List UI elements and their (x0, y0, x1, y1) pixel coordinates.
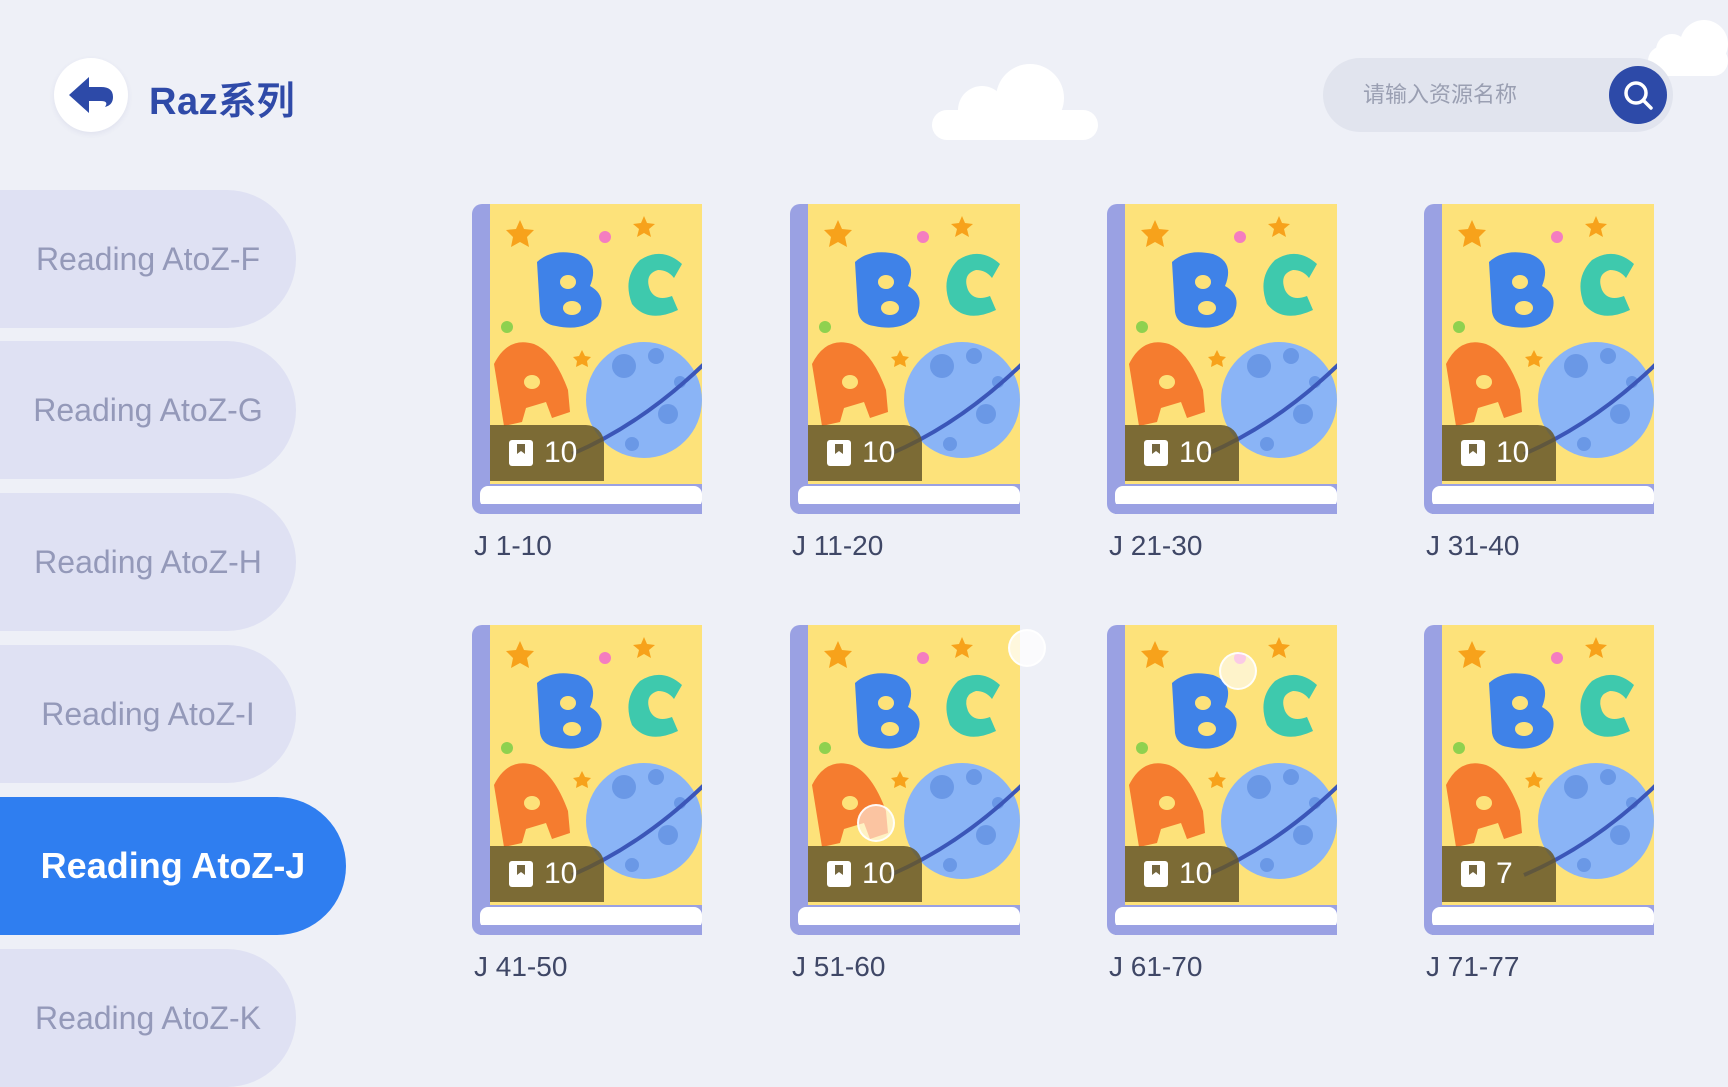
sidebar-item-atoz-h[interactable]: Reading AtoZ-H (0, 493, 296, 631)
count-badge: 10 (490, 846, 604, 902)
count-badge: 10 (808, 425, 922, 481)
bubble-decoration (1219, 652, 1257, 690)
bookmark-icon (1144, 861, 1168, 887)
count-badge: 10 (490, 425, 604, 481)
book-label: J 41-50 (474, 951, 568, 982)
book-label: J 11-20 (792, 530, 884, 561)
bookmark-icon (509, 440, 533, 466)
count-badge: 7 (1442, 846, 1556, 902)
sidebar-item-atoz-j[interactable]: Reading AtoZ-J (0, 797, 346, 935)
bubble-decoration (857, 804, 895, 842)
sidebar-item-atoz-g[interactable]: Reading AtoZ-G (0, 341, 296, 479)
bookmark-icon (509, 861, 533, 887)
cloud-decoration (932, 64, 1098, 140)
search-input[interactable] (1363, 58, 1593, 132)
sidebar-item-atoz-k[interactable]: Reading AtoZ-K (0, 949, 296, 1087)
book-count: 10 (862, 857, 896, 890)
book-count: 10 (1496, 436, 1530, 469)
book-label: J 51-60 (792, 951, 886, 982)
book-count: 10 (544, 436, 578, 469)
book-label: J 61-70 (1109, 951, 1203, 982)
book-label: J 21-30 (1109, 530, 1203, 561)
book-count: 10 (1179, 857, 1213, 890)
sidebar: Reading AtoZ-F Reading AtoZ-G Reading At… (0, 0, 360, 1087)
book-count: 10 (1179, 436, 1213, 469)
bookmark-icon (1144, 440, 1168, 466)
book-count: 7 (1496, 857, 1513, 890)
count-badge: 10 (1442, 425, 1556, 481)
bookmark-icon (1461, 861, 1485, 887)
sidebar-item-atoz-i[interactable]: Reading AtoZ-I (0, 645, 296, 783)
count-badge: 10 (1125, 425, 1239, 481)
book-label: J 31-40 (1426, 530, 1520, 561)
search-icon (1624, 81, 1653, 110)
bubble-decoration (1008, 629, 1046, 667)
book-count: 10 (862, 436, 896, 469)
search-button[interactable] (1609, 66, 1667, 124)
book-count: 10 (544, 857, 578, 890)
sidebar-item-atoz-f[interactable]: Reading AtoZ-F (0, 190, 296, 328)
book-label: J 71-77 (1426, 951, 1520, 982)
bookmark-icon (827, 440, 851, 466)
search-box (1323, 58, 1673, 132)
count-badge: 10 (1125, 846, 1239, 902)
bookmark-icon (1461, 440, 1485, 466)
bookmark-icon (827, 861, 851, 887)
book-label: J 1-10 (474, 530, 552, 561)
count-badge: 10 (808, 846, 922, 902)
